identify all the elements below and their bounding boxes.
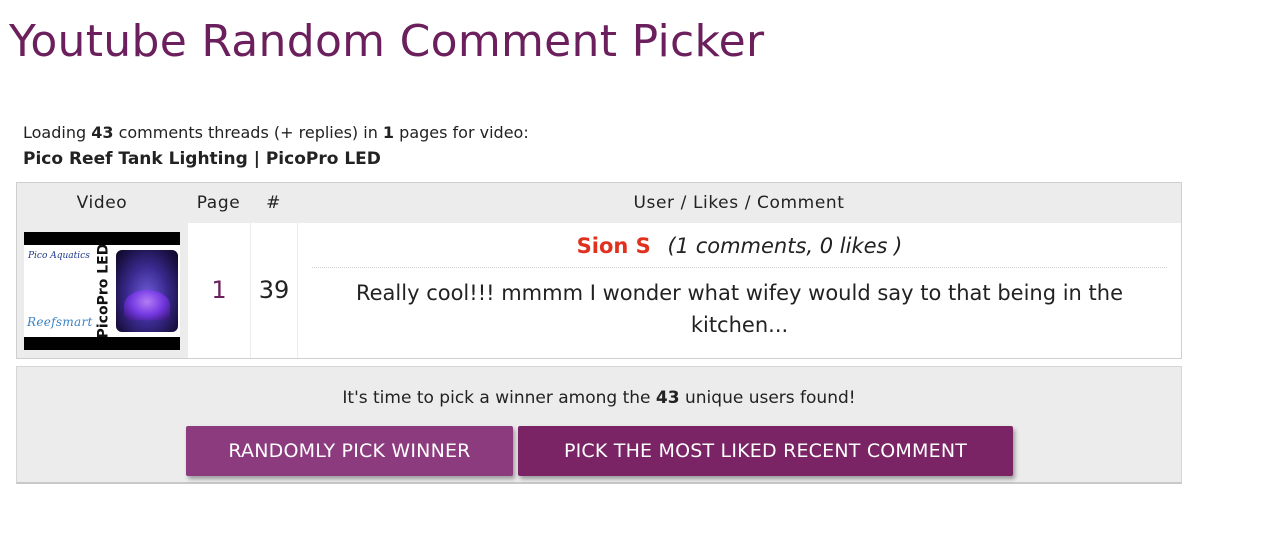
video-thumbnail[interactable]: Pico Aquatics PicoPro LED Reefsmart [24, 232, 180, 350]
winner-text-suffix: unique users found! [685, 388, 856, 408]
comment-text: Really cool!!! mmmm I wonder what wifey … [355, 281, 1123, 337]
video-cell: Pico Aquatics PicoPro LED Reefsmart [17, 223, 187, 358]
thumbnail-tank-image [116, 250, 178, 332]
winner-message: It's time to pick a winner among the 43 … [17, 388, 1181, 408]
thumbnail-image: Pico Aquatics PicoPro LED Reefsmart [24, 245, 180, 337]
loading-middle: comments threads (+ replies) in [118, 123, 378, 142]
winner-text-prefix: It's time to pick a winner among the [342, 388, 651, 408]
loading-info: Loading 43 comments threads (+ replies) … [23, 120, 529, 172]
index-cell: 39 [251, 223, 297, 358]
user-name[interactable]: Sion S [577, 234, 651, 258]
loading-line: Loading 43 comments threads (+ replies) … [23, 120, 529, 146]
video-title: Pico Reef Tank Lighting | PicoPro LED [23, 149, 381, 169]
thumbnail-brand: Reefsmart [27, 315, 93, 329]
unique-users-count: 43 [655, 388, 680, 408]
page-title: Youtube Random Comment Picker [9, 16, 765, 67]
header-video: Video [76, 193, 128, 213]
header-index: # [266, 193, 281, 213]
header-page: Page [196, 193, 241, 213]
loading-suffix: pages for video: [399, 123, 529, 142]
header-comment: User / Likes / Comment [633, 193, 845, 213]
thread-count: 43 [91, 123, 114, 142]
thumbnail-logo: Pico Aquatics [28, 251, 90, 261]
page-cell: 1 [188, 223, 250, 358]
user-stats: (1 comments, 0 likes ) [667, 234, 903, 258]
thumbnail-vertical-text: PicoPro LED [95, 245, 111, 337]
pick-most-liked-button[interactable]: PICK THE MOST LIKED RECENT COMMENT [518, 426, 1013, 476]
loading-prefix: Loading [23, 123, 87, 142]
winner-panel: It's time to pick a winner among the 43 … [16, 366, 1182, 484]
comment-cell: Sion S (1 comments, 0 likes ) Really coo… [298, 223, 1181, 358]
comment-header: Sion S (1 comments, 0 likes ) [312, 231, 1167, 268]
page-count: 1 [382, 123, 395, 142]
results-table: Video Page # User / Likes / Comment Pico… [16, 182, 1182, 359]
randomly-pick-winner-button[interactable]: RANDOMLY PICK WINNER [186, 426, 513, 476]
